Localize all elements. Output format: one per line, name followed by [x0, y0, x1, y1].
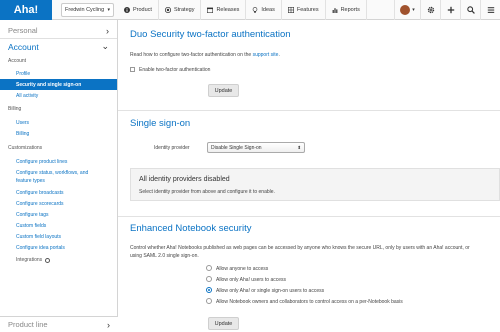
chevron-down-icon: ⌄: [101, 41, 109, 51]
radio-label: Allow only Aha! or single sign-on users …: [216, 288, 325, 294]
duo-update-button[interactable]: Update: [208, 84, 239, 97]
radio-allow-aha-users[interactable]: [206, 276, 212, 282]
support-site-link[interactable]: support site: [253, 52, 279, 58]
sidebar-item-idea-portals[interactable]: Configure idea portals: [0, 242, 117, 253]
sidebar-item-product-lines[interactable]: Configure product lines: [0, 156, 117, 167]
duo-section-title: Duo Security two-factor authentication: [130, 29, 291, 40]
workspace-name: Fredwin Cycling: [65, 6, 105, 13]
sidebar-section-customizations: Customizations: [8, 144, 43, 151]
tab-label: Product: [133, 6, 152, 13]
section-divider: [118, 110, 500, 111]
tab-label: Releases: [216, 6, 240, 13]
search-button[interactable]: [460, 0, 480, 20]
sidebar-account-header[interactable]: Account ⌄: [0, 39, 117, 54]
sidebar-item-scorecards[interactable]: Configure scorecards: [0, 198, 117, 209]
sidebar-header-label: Product line: [8, 320, 48, 329]
plus-icon: [447, 6, 454, 14]
lightbulb-icon: [253, 6, 258, 13]
notebook-section-title: Enhanced Notebook security: [130, 223, 252, 234]
user-menu[interactable]: ▾: [394, 0, 420, 20]
tab-releases[interactable]: Releases: [201, 0, 247, 20]
tab-features[interactable]: Features: [282, 0, 326, 20]
radio-label: Allow Notebook owners and collaborators …: [216, 299, 403, 305]
notebook-description: Control whether Aha! Notebooks published…: [130, 244, 470, 260]
calendar-icon: [207, 7, 214, 13]
radio-label: Allow only Aha! users to access: [216, 277, 287, 283]
sidebar-item-billing[interactable]: Billing: [0, 128, 117, 139]
chevron-right-icon: ›: [107, 319, 110, 330]
sidebar-item-users[interactable]: Users: [0, 117, 117, 128]
sidebar-item-custom-fields[interactable]: Custom fields: [0, 220, 117, 231]
radio-allow-anyone[interactable]: [206, 265, 212, 271]
tab-label: Strategy: [173, 6, 195, 13]
radio-per-notebook[interactable]: [206, 298, 212, 304]
chevron-right-icon: ›: [106, 25, 109, 36]
workspace-selector[interactable]: Fredwin Cycling ▾: [61, 2, 114, 17]
sidebar-item-all-activity[interactable]: All activity: [0, 90, 117, 101]
sidebar-header-label: Account: [8, 41, 39, 52]
top-navigation: Aha! Fredwin Cycling ▾ Product Strategy …: [0, 0, 500, 20]
notebook-description-line: using SAML 2.0 single sign-on.: [130, 253, 199, 259]
hamburger-icon: [487, 7, 494, 13]
panel-title: All identity providers disabled: [139, 176, 230, 183]
sidebar-item-integrations[interactable]: Integrations: [0, 253, 117, 267]
duo-description: Read how to configure two-factor authent…: [130, 52, 280, 58]
chevron-down-icon: ▾: [107, 6, 110, 13]
notebook-description-line: Control whether Aha! Notebooks published…: [130, 245, 470, 251]
sidebar-item-status-workflows[interactable]: Configure status, workflows, and feature…: [0, 167, 117, 187]
tab-product[interactable]: Product: [118, 0, 159, 20]
identity-provider-label: Identity provider: [154, 145, 190, 151]
tab-reports[interactable]: Reports: [326, 0, 367, 20]
enable-2fa-label: Enable two-factor authentication: [139, 67, 211, 73]
radio-allow-aha-or-sso[interactable]: [206, 287, 212, 293]
duo-description-text: Read how to configure two-factor authent…: [130, 52, 253, 58]
integrations-gear-icon: [45, 257, 51, 263]
sidebar-section-billing: Billing: [8, 106, 22, 112]
sidebar-item-broadcasts[interactable]: Configure broadcasts: [0, 187, 117, 198]
sso-section-title: Single sign-on: [130, 118, 191, 129]
menu-button[interactable]: [480, 0, 500, 20]
sidebar-header-label: Personal: [8, 26, 38, 35]
aha-logo[interactable]: Aha!: [0, 0, 52, 20]
settings-button[interactable]: [420, 0, 440, 20]
main-content: Duo Security two-factor authentication R…: [118, 20, 500, 332]
info-icon: [124, 6, 130, 13]
gear-icon: [427, 6, 434, 14]
notebook-update-button[interactable]: Update: [208, 317, 239, 330]
tab-label: Features: [296, 6, 319, 13]
sidebar-section-account: Account: [8, 58, 27, 64]
duo-description-suffix: .: [278, 52, 280, 58]
target-icon: [164, 6, 171, 13]
radio-label: Allow anyone to access: [216, 266, 269, 272]
panel-description: Select identity provider from above and …: [139, 189, 275, 195]
identity-providers-panel: All identity providers disabled Select i…: [130, 168, 500, 201]
identity-provider-select[interactable]: Disable Single Sign-on ⬍: [207, 142, 305, 153]
chevron-down-icon: ▾: [412, 7, 415, 13]
enable-2fa-checkbox[interactable]: [130, 67, 135, 72]
grid-icon: [287, 6, 294, 13]
sidebar-item-custom-field-layouts[interactable]: Custom field layouts: [0, 231, 117, 242]
avatar: [400, 5, 411, 15]
identity-provider-value: Disable Single Sign-on: [211, 144, 262, 151]
sidebar-item-label: Integrations: [16, 257, 43, 263]
tab-strategy[interactable]: Strategy: [159, 0, 202, 20]
sidebar-item-tags[interactable]: Configure tags: [0, 209, 117, 220]
section-divider: [118, 216, 500, 217]
sidebar-item-profile[interactable]: Profile: [0, 68, 117, 79]
chart-icon: [332, 7, 337, 13]
sidebar-personal-header[interactable]: Personal ›: [0, 23, 117, 39]
sidebar-product-line-header[interactable]: Product line ›: [0, 316, 118, 332]
search-icon: [466, 6, 475, 14]
add-button[interactable]: [440, 0, 460, 20]
select-arrows-icon: ⬍: [297, 144, 301, 150]
tab-ideas[interactable]: Ideas: [246, 0, 282, 20]
tab-label: Ideas: [261, 6, 275, 13]
settings-sidebar: Personal › Account ⌄ Account Profile Sec…: [0, 20, 118, 332]
tab-label: Reports: [340, 6, 360, 13]
sidebar-item-security[interactable]: Security and single sign-on: [0, 79, 117, 90]
